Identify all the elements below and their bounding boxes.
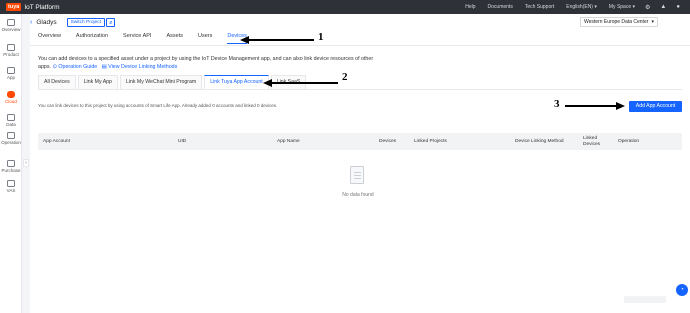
- column-header: App Account: [43, 138, 70, 144]
- column-header: Devices: [379, 138, 397, 144]
- empty-document-icon: [350, 166, 364, 184]
- brand[interactable]: tuya IoT Platform: [6, 3, 60, 11]
- phone-icon: [7, 67, 15, 74]
- link-info-text: You can link devices to this project by …: [38, 103, 278, 108]
- user-icon[interactable]: ●: [676, 4, 680, 10]
- sidebar-item-app[interactable]: App: [0, 67, 22, 80]
- sidebar-item-purchase[interactable]: Purchase: [0, 160, 22, 173]
- switch-project-dropdown[interactable]: ⇵: [105, 17, 116, 27]
- product-icon: [7, 44, 15, 51]
- top-bar: tuya IoT Platform Help Documents Tech Su…: [0, 0, 690, 14]
- linking-methods-label: View Device Linking Methods: [108, 64, 178, 70]
- tab-service-api[interactable]: Service API: [123, 33, 151, 44]
- main-content: ‹ Gladys Switch Project ⇵ Western Europe…: [30, 14, 690, 313]
- subtabs-divider: [38, 89, 682, 90]
- nav-documents[interactable]: Documents: [488, 4, 513, 10]
- column-header: Operation: [618, 138, 640, 144]
- sidebar-item-cloud[interactable]: Cloud: [0, 91, 22, 104]
- annotation-number-3: 3: [554, 98, 560, 110]
- devices-description: You can add devices to a specified asset…: [38, 55, 378, 71]
- data-center-select[interactable]: Western Europe Data Center ▾: [580, 17, 658, 27]
- tab-assets[interactable]: Assets: [166, 33, 183, 44]
- data-center-value: Western Europe Data Center: [584, 19, 649, 25]
- vas-icon: [7, 180, 15, 187]
- operation-guide-link[interactable]: ⊙ Operation Guide: [52, 64, 97, 70]
- arrow-head-icon: [616, 102, 625, 110]
- language-select[interactable]: English(EN) ▾: [566, 4, 597, 10]
- nav-help[interactable]: Help: [465, 4, 475, 10]
- table-header: App Account UID App Name Devices Linked …: [38, 133, 682, 150]
- sidebar-item-label: Data: [6, 122, 16, 127]
- sidebar-item-label: Product: [3, 52, 19, 57]
- top-nav: Help Documents Tech Support English(EN) …: [453, 0, 680, 14]
- subtab-link-tuya-app-account[interactable]: Link Tuya App Account: [204, 75, 269, 89]
- annotation-arrow-3: [565, 105, 617, 107]
- sidebar-item-label: Cloud: [5, 99, 17, 104]
- gear-icon[interactable]: ⚙: [645, 4, 650, 11]
- annotation-number-1: 1: [318, 31, 324, 43]
- cloud-icon: [7, 91, 15, 98]
- chevron-down-icon: ▾: [651, 19, 654, 25]
- project-name: Gladys: [36, 18, 57, 26]
- column-header: Linked Devices: [583, 136, 601, 147]
- empty-state-text: No data found: [342, 192, 374, 198]
- sidebar-item-vas[interactable]: VAS: [0, 180, 22, 193]
- back-arrow-icon[interactable]: ‹: [30, 19, 32, 26]
- sidebar-item-overview[interactable]: Overview: [0, 19, 22, 32]
- sidebar-item-product[interactable]: Product: [0, 44, 22, 57]
- operation-icon: [7, 132, 15, 139]
- arrow-head-icon: [263, 79, 272, 87]
- tabs-divider: [30, 45, 690, 46]
- sidebar-item-data[interactable]: Data: [0, 114, 22, 127]
- sidebar-item-operation[interactable]: Operation: [0, 132, 22, 145]
- sidebar-item-label: App: [6, 75, 15, 80]
- sidebar-item-label: Operation: [1, 140, 21, 145]
- tab-users[interactable]: Users: [198, 33, 212, 44]
- faint-floating-label: [624, 296, 666, 303]
- project-tabs: Overview Authorization Service API Asset…: [38, 33, 262, 44]
- language-label: English(EN): [566, 4, 593, 10]
- my-space-label: My Space: [608, 4, 632, 10]
- annotation-arrow-1: [247, 39, 314, 41]
- view-linking-methods-link[interactable]: ▤ View Device Linking Methods: [102, 64, 178, 70]
- sidebar: Overview Product App Cloud Data Operatio…: [0, 14, 22, 313]
- chat-support-icon[interactable]: ◔: [676, 284, 688, 296]
- switch-project-button[interactable]: Switch Project: [66, 17, 105, 27]
- nav-tech-support[interactable]: Tech Support: [525, 4, 554, 10]
- project-header: ‹ Gladys Switch Project ⇵: [30, 17, 116, 27]
- sidebar-collapse-toggle[interactable]: ›: [23, 159, 29, 167]
- chart-icon: [7, 114, 15, 121]
- subtab-all-devices[interactable]: All Devices: [38, 75, 76, 89]
- my-space-menu[interactable]: My Space ▾: [609, 4, 635, 10]
- column-header: UID: [178, 138, 187, 144]
- sidebar-item-label: Overview: [1, 27, 21, 32]
- sidebar-item-label: Purchase: [1, 168, 21, 173]
- tuya-logo: tuya: [6, 3, 22, 11]
- column-header: Device Linking Method: [515, 138, 564, 144]
- cart-icon: [7, 160, 15, 167]
- column-header: App Name: [277, 138, 300, 144]
- add-app-account-button[interactable]: Add App Account: [629, 101, 682, 112]
- platform-title: IoT Platform: [24, 3, 60, 11]
- column-header: Linked Projects: [414, 138, 447, 144]
- home-icon: [7, 19, 15, 26]
- bell-icon[interactable]: ▲: [660, 4, 666, 10]
- subtab-link-wechat[interactable]: Link My WeChat Mini Program: [119, 75, 203, 89]
- annotation-number-2: 2: [342, 71, 348, 83]
- sidebar-item-label: VAS: [6, 188, 16, 193]
- tab-authorization[interactable]: Authorization: [76, 33, 108, 44]
- operation-guide-label: Operation Guide: [58, 64, 98, 70]
- subtab-link-my-app[interactable]: Link My App: [77, 75, 118, 89]
- tab-overview[interactable]: Overview: [38, 33, 61, 44]
- arrow-head-icon: [240, 36, 249, 44]
- annotation-arrow-2: [270, 82, 338, 84]
